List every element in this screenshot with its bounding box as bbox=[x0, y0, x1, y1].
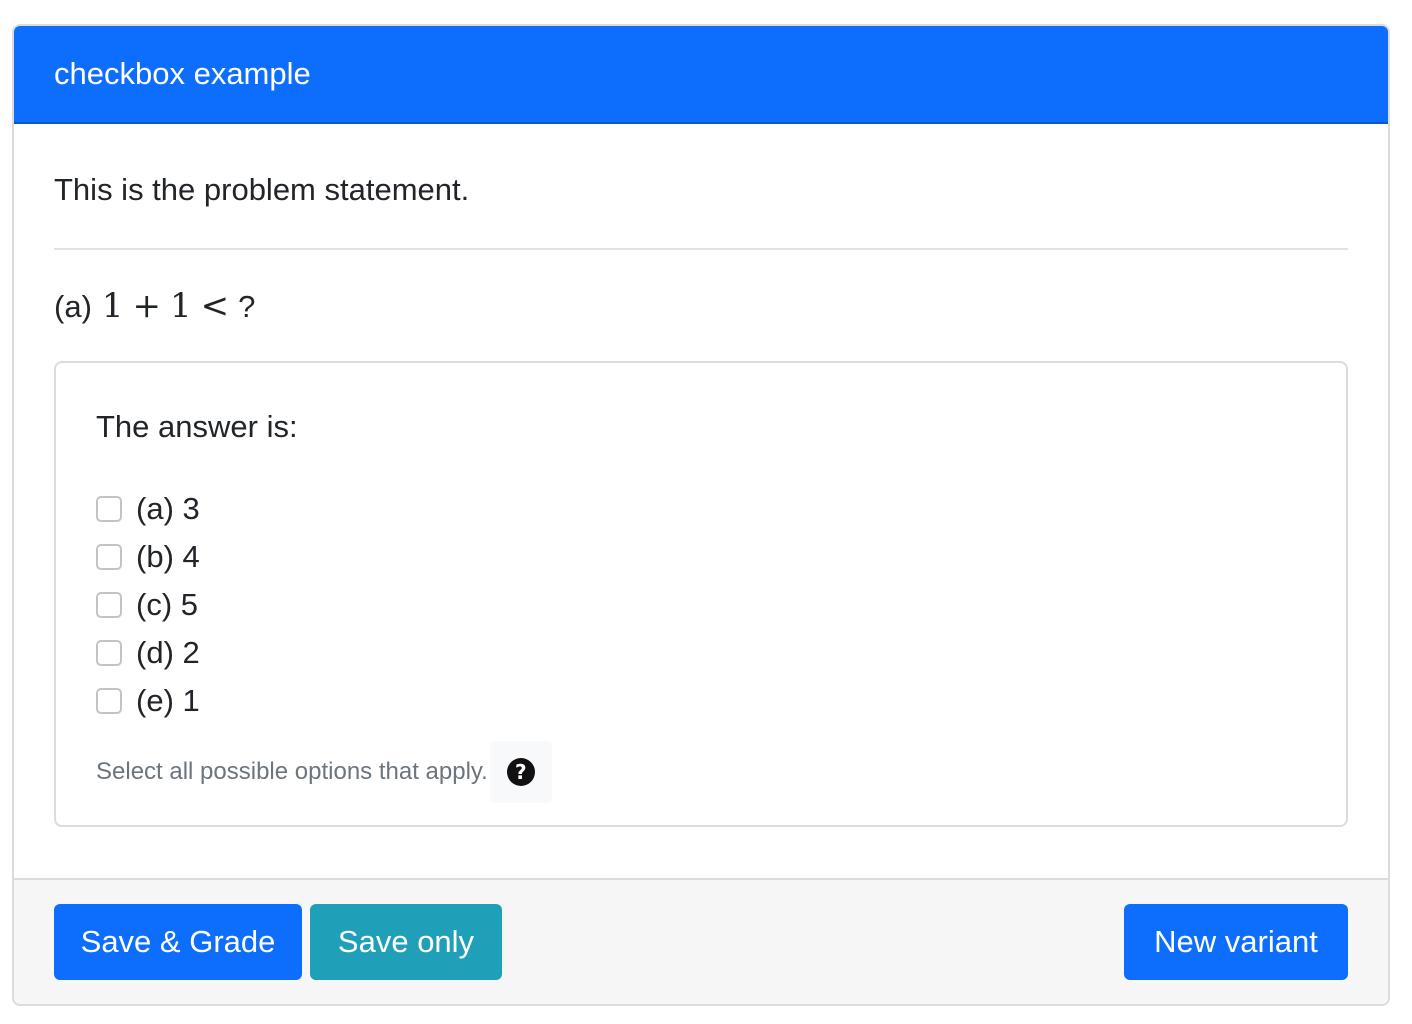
help-button[interactable]: ? bbox=[489, 741, 552, 803]
save-only-button[interactable]: Save only bbox=[310, 904, 502, 980]
new-variant-button[interactable]: New variant bbox=[1124, 904, 1348, 980]
problem-statement: This is the problem statement. bbox=[54, 172, 470, 207]
math-plus: + bbox=[132, 286, 163, 326]
checkbox[interactable] bbox=[96, 592, 122, 618]
option-c[interactable]: (c) 5 bbox=[96, 581, 1306, 629]
checkbox[interactable] bbox=[96, 688, 122, 714]
question-card: checkbox example This is the problem sta… bbox=[12, 24, 1390, 1006]
options-list: (a) 3 (b) 4 (c) 5 (d) 2 (e) 1 bbox=[96, 485, 1306, 725]
math-expression: 1 +1 < bbox=[102, 286, 238, 326]
card-body: This is the problem statement. (a) 1 +1 <?… bbox=[14, 124, 1388, 827]
option-d[interactable]: (d) 2 bbox=[96, 629, 1306, 677]
option-e[interactable]: (e) 1 bbox=[96, 677, 1306, 725]
math-term: 1 bbox=[101, 286, 125, 326]
option-label: (d) 2 bbox=[136, 635, 200, 670]
save-and-grade-button[interactable]: Save & Grade bbox=[54, 904, 302, 980]
card-header: checkbox example bbox=[14, 26, 1388, 124]
checkbox[interactable] bbox=[96, 496, 122, 522]
option-a[interactable]: (a) 3 bbox=[96, 485, 1306, 533]
question-label: (a) bbox=[54, 289, 92, 324]
option-label: (e) 1 bbox=[136, 683, 200, 718]
checkbox[interactable] bbox=[96, 544, 122, 570]
math-less-than: < bbox=[200, 286, 231, 326]
hint-text: Select all possible options that apply. bbox=[96, 758, 488, 785]
answer-title: The answer is: bbox=[96, 409, 298, 444]
option-b[interactable]: (b) 4 bbox=[96, 533, 1306, 581]
divider bbox=[54, 248, 1348, 250]
card-title: checkbox example bbox=[54, 56, 311, 91]
question-circle-icon: ? bbox=[506, 758, 535, 786]
option-label: (c) 5 bbox=[136, 587, 198, 622]
question-prompt: (a) 1 +1 <? bbox=[54, 286, 1348, 327]
question-mark: ? bbox=[238, 289, 256, 324]
option-label: (b) 4 bbox=[136, 539, 200, 574]
hint-row: Select all possible options that apply. … bbox=[96, 741, 1306, 803]
math-term: 1 bbox=[170, 286, 193, 326]
option-label: (a) 3 bbox=[136, 491, 200, 526]
card-footer: Save & Grade Save only New variant bbox=[14, 878, 1388, 1004]
answer-box: The answer is: (a) 3 (b) 4 (c) 5 (d) 2 (… bbox=[54, 361, 1348, 827]
checkbox[interactable] bbox=[96, 640, 122, 666]
